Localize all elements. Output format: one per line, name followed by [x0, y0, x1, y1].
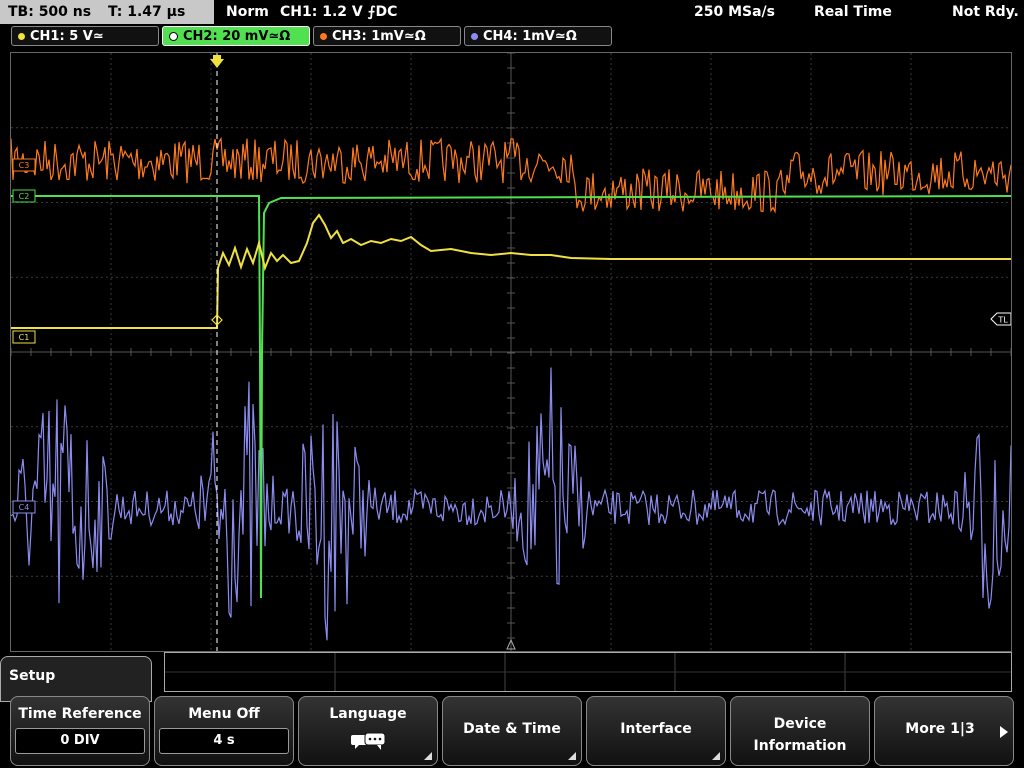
language-softkey[interactable]: Language [298, 696, 438, 766]
more-softkey[interactable]: More 1|3 [874, 696, 1014, 766]
channel-4-tab[interactable]: CH4: 1mV≃Ω [464, 26, 612, 46]
channel-4-marker-label: C4 [19, 503, 30, 512]
channel-1-tab[interactable]: CH1: 5 V≃ [11, 26, 159, 46]
device-information-label-line1: Device [773, 716, 827, 732]
device-information-softkey[interactable]: Device Information [730, 696, 870, 766]
channel-2-label: CH2: 20 mV≃Ω [183, 29, 291, 44]
channel-1-marker-label: C1 [19, 333, 30, 342]
channel-4-label: CH4: 1mV≃Ω [483, 29, 577, 44]
channel-1-dot-icon [18, 33, 25, 40]
speech-bubble-icon [351, 732, 386, 750]
menu-off-softkey[interactable]: Menu Off 4 s [154, 696, 294, 766]
language-label: Language [329, 706, 407, 722]
softkey-bar: Time Reference 0 DIV Menu Off 4 s Langua… [0, 694, 1024, 768]
channel-2-marker-label: C2 [19, 192, 30, 201]
more-label: More 1|3 [905, 721, 975, 737]
trigger-level-marker[interactable]: TL [990, 312, 1011, 326]
date-time-softkey[interactable]: Date & Time [442, 696, 582, 766]
trigger-mode[interactable]: Norm [226, 0, 269, 24]
sample-rate: 250 MSa/s [694, 4, 776, 20]
acquisition-state: Not Rdy. [952, 4, 1019, 20]
interface-label: Interface [620, 721, 692, 737]
status-bar: TB: 500 ns T: 1.47 µs Norm CH1: 1.2 V ⨍D… [0, 0, 1024, 24]
channel-3-marker-label: C3 [19, 161, 30, 170]
time-reference-softkey[interactable]: Time Reference 0 DIV [10, 696, 150, 766]
device-information-label-line2: Information [753, 738, 847, 754]
channel-3-marker[interactable]: C3 [12, 158, 36, 172]
submenu-indicator-icon [568, 752, 576, 760]
channel-2-marker[interactable]: C2 [12, 189, 36, 203]
channel-2-dot-icon [169, 32, 178, 41]
trigger-position-marker-icon[interactable] [210, 55, 224, 68]
trigger-config[interactable]: CH1: 1.2 V ⨍DC [280, 0, 397, 24]
channel-1-label: CH1: 5 V≃ [30, 29, 104, 44]
waveform-display[interactable]: C3 C2 C1 C4 TL [10, 52, 1012, 652]
acquisition-mode: Real Time [814, 4, 892, 20]
submenu-indicator-icon [424, 752, 432, 760]
timebase-box[interactable]: TB: 500 ns T: 1.47 µs [0, 0, 214, 24]
time-reference-label: Time Reference [18, 706, 142, 722]
menu-title: Setup [9, 668, 56, 684]
info-strip [164, 652, 1012, 692]
interface-softkey[interactable]: Interface [586, 696, 726, 766]
menu-off-label: Menu Off [188, 706, 260, 722]
channel-1-marker[interactable]: C1 [12, 330, 36, 344]
arrow-right-icon [1000, 726, 1008, 738]
channel-4-marker[interactable]: C4 [12, 500, 36, 514]
menu-off-value: 4 s [159, 728, 289, 754]
channel-3-label: CH3: 1mV≃Ω [332, 29, 426, 44]
channel-2-tab[interactable]: CH2: 20 mV≃Ω [162, 26, 310, 46]
info-strip-grid [165, 653, 1011, 691]
submenu-indicator-icon [712, 752, 720, 760]
time-reference-value: 0 DIV [15, 728, 145, 754]
trigger-time-value: T: 1.47 µs [107, 4, 186, 20]
timebase-value: TB: 500 ns [8, 4, 92, 20]
date-time-label: Date & Time [463, 721, 561, 737]
channel-tabs: CH1: 5 V≃ CH2: 20 mV≃Ω CH3: 1mV≃Ω CH4: 1… [0, 26, 1024, 48]
waveform-canvas[interactable]: C3 C2 C1 C4 TL [11, 53, 1011, 651]
channel-3-tab[interactable]: CH3: 1mV≃Ω [313, 26, 461, 46]
trigger-level-label: TL [997, 316, 1008, 325]
channel-3-dot-icon [320, 33, 327, 40]
channel-4-dot-icon [471, 33, 478, 40]
